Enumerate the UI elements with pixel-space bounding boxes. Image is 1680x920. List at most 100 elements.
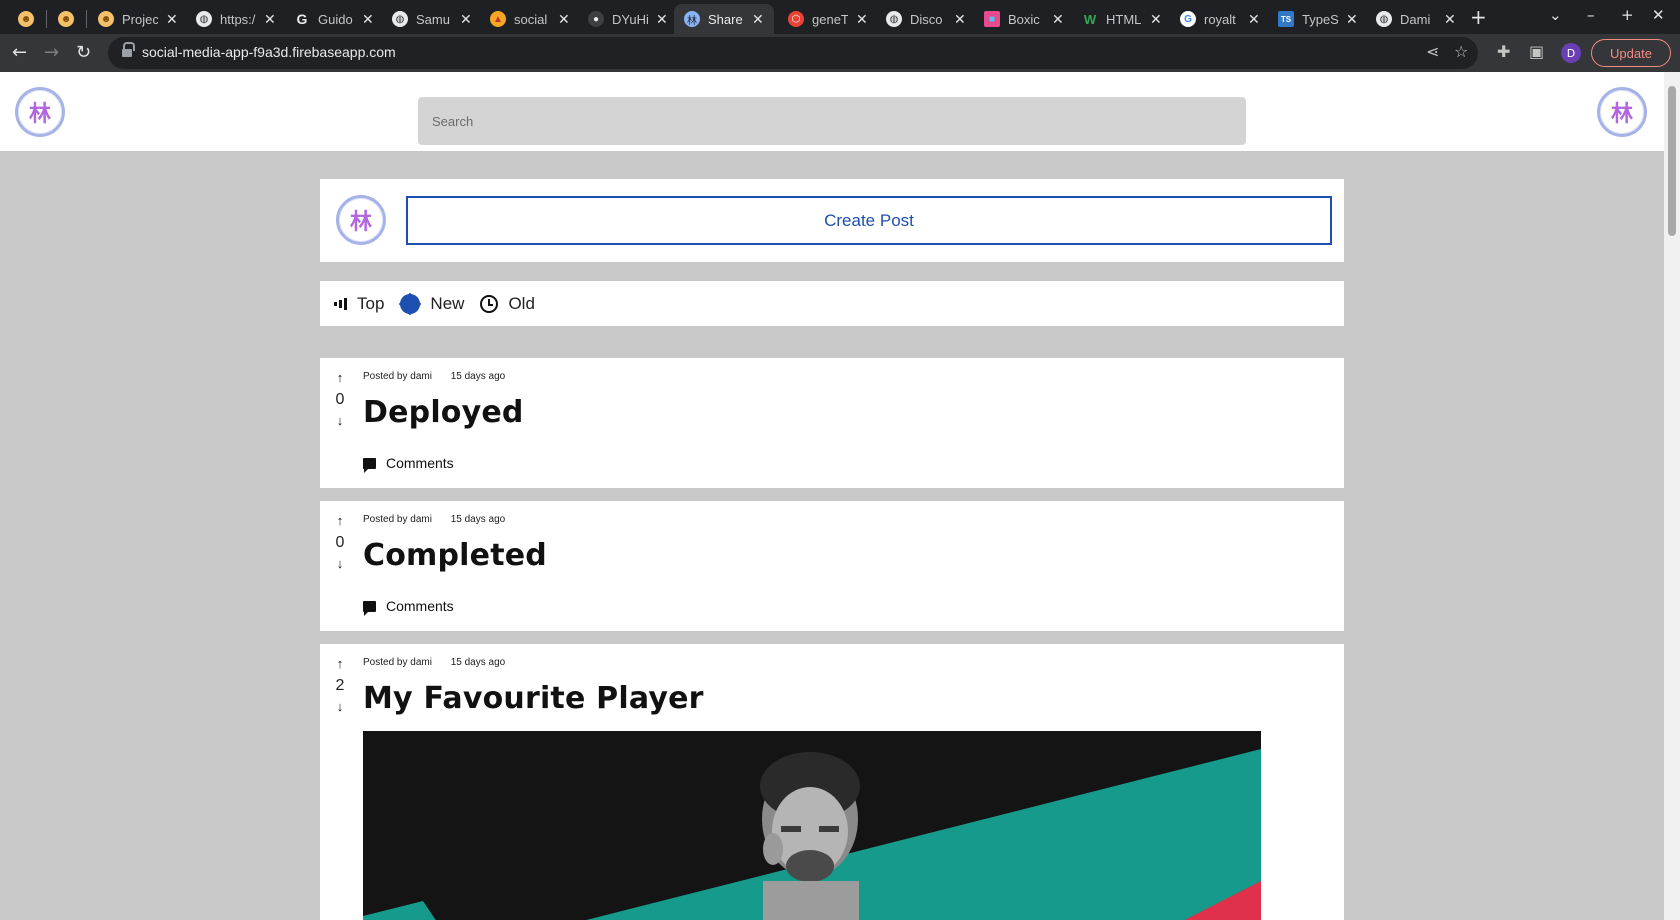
tab-favicon-icon: ⬡ [788,11,804,27]
downvote-arrow-icon[interactable]: ↓ [332,556,348,571]
side-panel-icon[interactable]: ▣ [1529,42,1544,61]
profile-avatar[interactable]: D [1561,43,1581,63]
downvote-arrow-icon[interactable]: ↓ [332,699,348,714]
tab-title: DYuHi [612,11,648,27]
url-text[interactable]: social-media-app-f9a3d.firebaseapp.com [142,44,396,60]
close-tab-icon[interactable]: ✕ [1444,11,1456,28]
post-title[interactable]: Completed [363,538,547,573]
close-window-icon[interactable]: ✕ [1652,6,1665,24]
tab-title: HTML [1106,11,1142,27]
sort-old[interactable]: Old [480,294,535,314]
scrollbar-thumb[interactable] [1668,86,1676,236]
vote-count: 0 [335,534,345,551]
upvote-arrow-icon[interactable]: ↑ [332,513,348,528]
browser-tab[interactable]: ◍ Dami ✕ [1366,4,1456,34]
browser-tab-strip: ☻ ☻ ☻ Projec ✕ ◍ https:/ ✕ G Guido ✕ ◍ S… [0,0,1680,34]
avatar[interactable]: 林 [336,195,386,245]
vertical-scrollbar[interactable] [1664,72,1680,920]
close-tab-icon[interactable]: ✕ [362,11,374,28]
sort-top[interactable]: Top [334,294,384,314]
post-title[interactable]: My Favourite Player [363,681,704,716]
upvote-arrow-icon[interactable]: ↑ [332,370,348,385]
browser-tab[interactable]: ☻ [8,4,44,34]
extensions-icon[interactable]: ✚ [1497,42,1510,61]
forward-icon[interactable]: → [44,42,59,63]
post-author[interactable]: Posted by dami [363,514,432,525]
back-icon[interactable]: ← [12,42,27,63]
app-header: 林 林 [0,72,1664,151]
close-tab-icon[interactable]: ✕ [752,11,764,28]
browser-tab-active[interactable]: 林 Share ✕ [674,4,774,34]
create-post-button[interactable]: Create Post [406,196,1332,245]
browser-tab[interactable]: W HTML ✕ [1072,4,1162,34]
comments-link[interactable]: Comments [363,598,454,616]
close-tab-icon[interactable]: ✕ [954,11,966,28]
browser-tab[interactable]: ◍ https:/ ✕ [186,4,276,34]
player-photo-illustration [363,731,1261,920]
close-tab-icon[interactable]: ✕ [1346,11,1358,28]
sort-top-label: Top [357,293,385,313]
update-button[interactable]: Update [1591,39,1671,67]
browser-tab[interactable]: ☻ [48,4,84,34]
close-tab-icon[interactable]: ✕ [856,11,868,28]
post-meta: Posted by dami 15 days ago [363,514,521,525]
post-card[interactable]: ↑ 0 ↓ Posted by dami 15 days ago Complet… [320,501,1344,631]
close-tab-icon[interactable]: ✕ [1248,11,1260,28]
post-card[interactable]: ↑ 0 ↓ Posted by dami 15 days ago Deploye… [320,358,1344,488]
comments-label: Comments [386,598,454,614]
browser-tab[interactable]: TS TypeS ✕ [1268,4,1358,34]
tab-separator [86,10,87,28]
avatar-glyph: 林 [349,210,372,235]
tab-title: Share [708,11,743,27]
reload-icon[interactable]: ↻ [76,42,91,63]
update-label: Update [1610,45,1652,61]
downvote-arrow-icon[interactable]: ↓ [332,413,348,428]
post-author[interactable]: Posted by dami [363,371,432,382]
search-input[interactable] [418,97,1246,145]
close-tab-icon[interactable]: ✕ [656,11,668,28]
browser-tab[interactable]: ▲ social ✕ [480,4,570,34]
browser-tab[interactable]: G royalt ✕ [1170,4,1260,34]
close-tab-icon[interactable]: ✕ [1150,11,1162,28]
tab-title: https:/ [220,11,256,27]
post-image[interactable] [363,731,1261,920]
tab-title: Disco [910,11,943,27]
browser-tab[interactable]: ● DYuHi ✕ [578,4,668,34]
close-tab-icon[interactable]: ✕ [1052,11,1064,28]
post-time: 15 days ago [450,514,506,525]
post-author[interactable]: Posted by dami [363,657,432,668]
browser-tab[interactable]: ◍ Disco ✕ [876,4,966,34]
browser-tab[interactable]: ⬡ geneT ✕ [778,4,868,34]
minimize-icon[interactable]: – [1587,6,1595,24]
address-bar[interactable]: social-media-app-f9a3d.firebaseapp.com ⋖… [108,37,1478,69]
new-tab-icon[interactable]: + [1470,5,1487,29]
page-viewport: 林 林 林 Create Post Top New Old ↑ [0,72,1664,920]
tab-title: Projec [122,11,158,27]
vote-control: ↑ 0 ↓ [332,513,348,571]
user-avatar[interactable]: 林 [1597,87,1647,137]
browser-tab[interactable]: ■ Boxic ✕ [974,4,1064,34]
close-tab-icon[interactable]: ✕ [166,11,178,28]
w3schools-icon: W [1083,11,1097,27]
tab-favicon-icon: ☻ [98,11,114,27]
browser-tab[interactable]: ☻ Projec ✕ [88,4,178,34]
browser-tab[interactable]: G Guido ✕ [284,4,374,34]
bookmark-star-icon[interactable]: ☆ [1454,42,1468,61]
sort-new[interactable]: New [400,293,464,314]
close-tab-icon[interactable]: ✕ [264,11,276,28]
vote-control: ↑ 2 ↓ [332,656,348,714]
close-tab-icon[interactable]: ✕ [460,11,472,28]
tab-search-chevron-icon[interactable]: ⌄ [1549,6,1562,24]
close-tab-icon[interactable]: ✕ [558,11,570,28]
sort-bar: Top New Old [320,281,1344,326]
browser-tab[interactable]: ◍ Samu ✕ [382,4,472,34]
maximize-icon[interactable]: + [1621,6,1634,24]
app-favicon-icon: 林 [684,11,700,27]
comment-icon [363,600,376,616]
share-icon[interactable]: ⋖ [1426,42,1439,61]
post-title[interactable]: Deployed [363,395,524,430]
post-card[interactable]: ↑ 2 ↓ Posted by dami 15 days ago My Favo… [320,644,1344,920]
comments-link[interactable]: Comments [363,455,454,473]
upvote-arrow-icon[interactable]: ↑ [332,656,348,671]
app-logo[interactable]: 林 [15,87,65,137]
